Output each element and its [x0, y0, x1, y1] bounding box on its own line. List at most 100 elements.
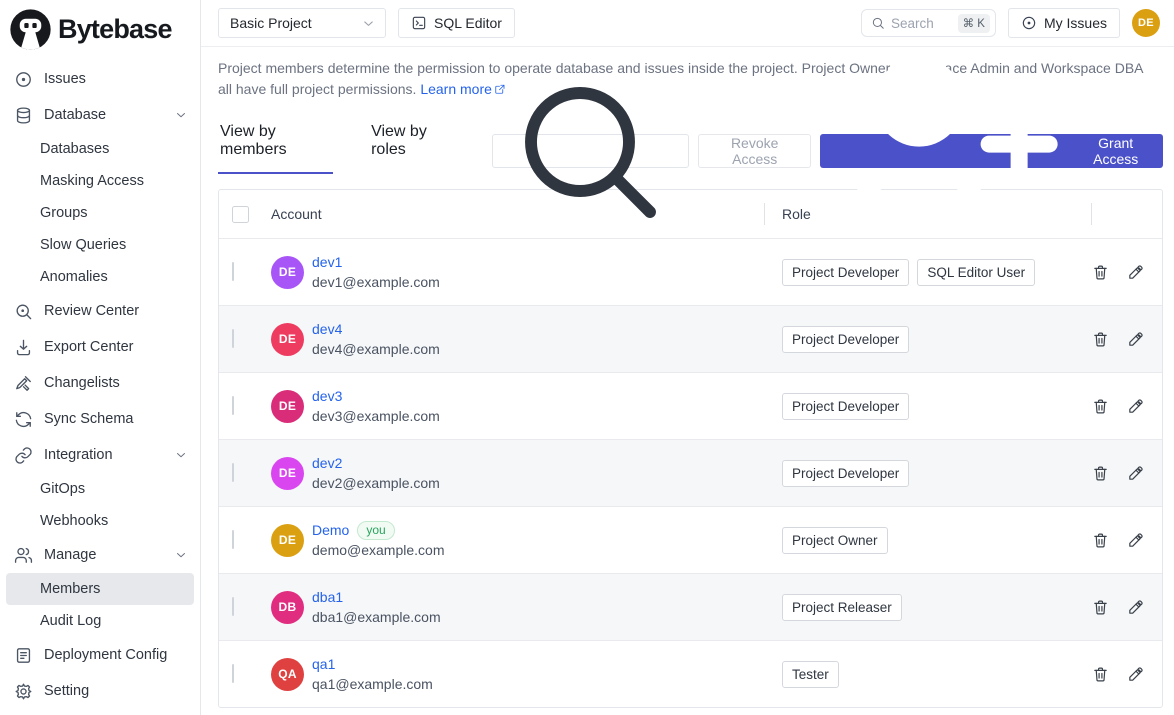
delete-member-button[interactable]: [1092, 465, 1109, 482]
sidebar-item-label: Sync Schema: [44, 411, 133, 427]
select-all-checkbox[interactable]: [232, 206, 249, 223]
sidebar-item-audit-log[interactable]: Audit Log: [0, 605, 200, 637]
you-badge: you: [357, 521, 394, 540]
tab-view-by-members[interactable]: View by members: [218, 113, 333, 174]
sidebar-item-label: Review Center: [44, 303, 139, 319]
sql-editor-button[interactable]: SQL Editor: [398, 8, 515, 38]
member-name-link[interactable]: dba1: [312, 587, 343, 607]
sidebar-item-masking-access[interactable]: Masking Access: [0, 165, 200, 197]
delete-member-button[interactable]: [1092, 331, 1109, 348]
delete-member-button[interactable]: [1092, 599, 1109, 616]
role-badge: Project Owner: [782, 527, 888, 554]
sidebar-item-sync-schema[interactable]: Sync Schema: [0, 401, 200, 437]
member-name-link[interactable]: dev3: [312, 386, 342, 406]
learn-more-link[interactable]: Learn more: [420, 81, 506, 97]
member-name-link[interactable]: dev2: [312, 453, 342, 473]
row-checkbox[interactable]: [232, 530, 234, 549]
sidebar-item-changelists[interactable]: Changelists: [0, 365, 200, 401]
row-checkbox[interactable]: [232, 329, 234, 348]
members-table: Account Role DE dev1 dev1@example.com Pr…: [218, 189, 1163, 708]
deploy-icon: [14, 646, 33, 665]
avatar: DB: [271, 591, 304, 624]
avatar: DE: [271, 390, 304, 423]
members-page: Project members determine the permission…: [201, 47, 1174, 715]
global-search-input[interactable]: [891, 16, 952, 31]
sidebar-item-label: Changelists: [44, 375, 120, 391]
revoke-access-button[interactable]: Revoke Access: [698, 134, 811, 168]
global-search[interactable]: ⌘ K: [861, 9, 996, 37]
avatar: DE: [271, 457, 304, 490]
sidebar-item-members[interactable]: Members: [6, 573, 194, 605]
role-cell: Project Releaser: [764, 594, 1091, 621]
avatar: QA: [271, 658, 304, 691]
member-name-link[interactable]: Demo: [312, 520, 349, 540]
sidebar-item-integration[interactable]: Integration: [0, 437, 200, 473]
edit-member-button[interactable]: [1127, 666, 1144, 683]
tab-view-by-roles[interactable]: View by roles: [369, 113, 456, 174]
table-row: DE Demo you demo@example.com Project Own…: [219, 506, 1162, 573]
my-issues-button[interactable]: My Issues: [1008, 8, 1120, 38]
account-text: qa1 qa1@example.com: [312, 654, 433, 694]
delete-member-button[interactable]: [1092, 532, 1109, 549]
delete-member-button[interactable]: [1092, 666, 1109, 683]
user-avatar[interactable]: DE: [1132, 9, 1160, 37]
sidebar-item-issues[interactable]: Issues: [0, 61, 200, 97]
delete-member-button[interactable]: [1092, 398, 1109, 415]
tabs-row: View by members View by roles Revoke Acc…: [218, 113, 1163, 174]
role-cell: Project DeveloperSQL Editor User: [764, 259, 1091, 286]
brand-logo[interactable]: Bytebase: [0, 0, 200, 56]
sidebar-item-setting[interactable]: Setting: [0, 673, 200, 709]
account-text: dev1 dev1@example.com: [312, 252, 440, 292]
delete-member-button[interactable]: [1092, 264, 1109, 281]
member-name-link[interactable]: dev1: [312, 252, 342, 272]
column-header-actions: [1091, 190, 1162, 238]
sidebar-item-label: Members: [40, 581, 100, 597]
sidebar-item-label: Manage: [44, 547, 96, 563]
row-checkbox[interactable]: [232, 597, 234, 616]
grant-access-label: Grant Access: [1082, 135, 1149, 167]
sidebar-item-export-center[interactable]: Export Center: [0, 329, 200, 365]
member-email: dev3@example.com: [312, 406, 440, 426]
row-checkbox[interactable]: [232, 396, 234, 415]
sidebar-item-databases[interactable]: Databases: [0, 133, 200, 165]
role-badge: Project Developer: [782, 326, 909, 353]
actions-cell: [1091, 666, 1162, 683]
sidebar-item-gitops[interactable]: GitOps: [0, 473, 200, 505]
sidebar-item-webhooks[interactable]: Webhooks: [0, 505, 200, 537]
sidebar-item-manage[interactable]: Manage: [0, 537, 200, 573]
account-text: dev2 dev2@example.com: [312, 453, 440, 493]
topbar: Basic Project SQL Editor ⌘ K My Issues D…: [201, 0, 1174, 47]
sidebar-item-anomalies[interactable]: Anomalies: [0, 261, 200, 293]
member-name-link[interactable]: qa1: [312, 654, 335, 674]
edit-member-button[interactable]: [1127, 532, 1144, 549]
edit-member-button[interactable]: [1127, 331, 1144, 348]
actions-cell: [1091, 465, 1162, 482]
row-checkbox[interactable]: [232, 664, 234, 683]
main-area: Basic Project SQL Editor ⌘ K My Issues D…: [201, 0, 1174, 715]
sidebar-item-label: Deployment Config: [44, 647, 167, 663]
changelists-icon: [14, 374, 33, 393]
table-row: DE dev2 dev2@example.com Project Develop…: [219, 439, 1162, 506]
row-checkbox[interactable]: [232, 463, 234, 482]
sidebar-item-review-center[interactable]: Review Center: [0, 293, 200, 329]
edit-member-button[interactable]: [1127, 398, 1144, 415]
edit-member-button[interactable]: [1127, 599, 1144, 616]
role-badge: Project Developer: [782, 460, 909, 487]
actions-cell: [1091, 532, 1162, 549]
edit-member-button[interactable]: [1127, 264, 1144, 281]
edit-member-button[interactable]: [1127, 465, 1144, 482]
sidebar-item-database[interactable]: Database: [0, 97, 200, 133]
sidebar-item-groups[interactable]: Groups: [0, 197, 200, 229]
row-checkbox[interactable]: [232, 262, 234, 281]
members-toolbar: Revoke Access Grant Access: [492, 134, 1163, 174]
sidebar-item-slow-queries[interactable]: Slow Queries: [0, 229, 200, 261]
table-row: DB dba1 dba1@example.com Project Release…: [219, 573, 1162, 640]
member-name-link[interactable]: dev4: [312, 319, 342, 339]
table-row: DE dev4 dev4@example.com Project Develop…: [219, 305, 1162, 372]
grant-access-button[interactable]: Grant Access: [820, 134, 1163, 168]
member-search[interactable]: [492, 134, 689, 168]
terminal-icon: [411, 15, 427, 31]
sidebar-item-deployment-config[interactable]: Deployment Config: [0, 637, 200, 673]
project-select[interactable]: Basic Project: [218, 8, 386, 38]
column-header-account: Account: [263, 190, 764, 238]
